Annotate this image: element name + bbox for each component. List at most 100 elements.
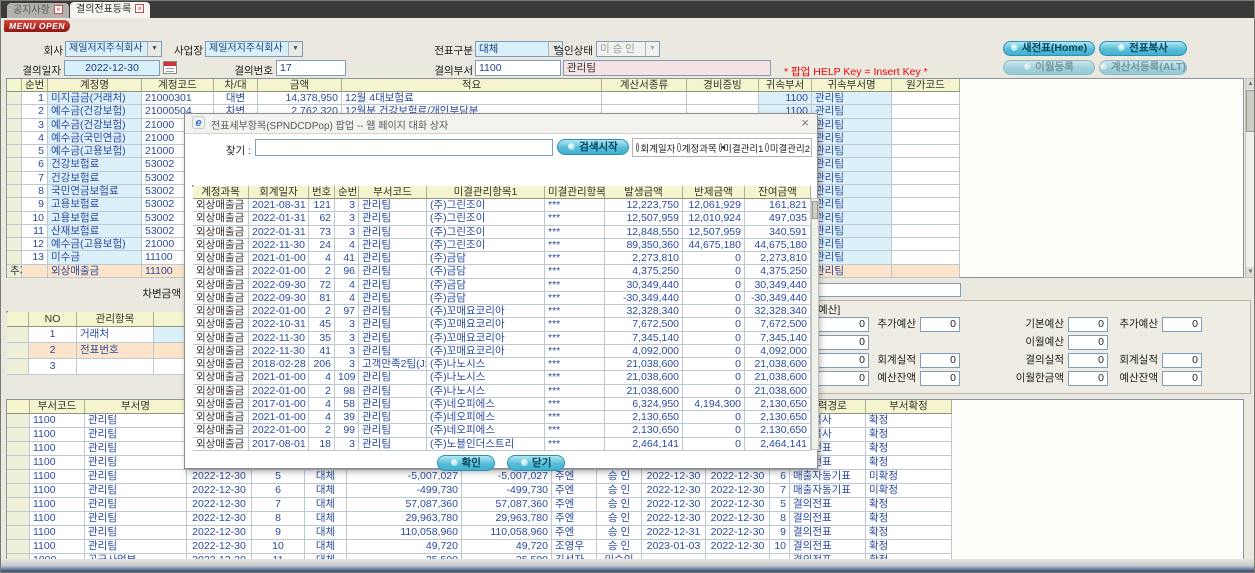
- table-cell[interactable]: 2022-01-00: [249, 265, 309, 279]
- row-selector[interactable]: [7, 158, 22, 172]
- table-cell[interactable]: 0: [683, 385, 745, 398]
- table-cell[interactable]: 21,038,600: [605, 371, 683, 385]
- table-cell[interactable]: 1100: [30, 540, 85, 554]
- table-cell[interactable]: 0: [683, 424, 745, 438]
- table-cell[interactable]: 109: [335, 371, 359, 385]
- table-cell[interactable]: 대체: [305, 484, 347, 498]
- table-cell[interactable]: 관리팀: [359, 424, 427, 438]
- radio-option-label[interactable]: 미결관리2: [770, 141, 810, 155]
- find-input[interactable]: [255, 139, 553, 156]
- table-cell[interactable]: 2022-01-00: [249, 385, 309, 398]
- table-cell[interactable]: 96: [335, 265, 359, 279]
- table-cell[interactable]: [892, 238, 960, 251]
- table-cell[interactable]: 62: [309, 212, 335, 226]
- table-cell[interactable]: 7: [770, 484, 790, 498]
- table-cell[interactable]: 2022-12-30: [642, 470, 706, 484]
- table-cell[interactable]: 관리팀: [359, 371, 427, 385]
- table-cell[interactable]: 2,130,650: [745, 411, 811, 424]
- table-cell[interactable]: 10: [22, 212, 48, 225]
- table-cell[interactable]: [892, 119, 960, 132]
- budget-amount-field[interactable]: 0: [920, 317, 960, 332]
- table-cell[interactable]: 7: [22, 172, 48, 185]
- table-cell[interactable]: 관리팀: [812, 265, 892, 278]
- table-cell[interactable]: (주)금담: [427, 265, 545, 279]
- table-cell[interactable]: 206: [309, 358, 335, 371]
- table-cell[interactable]: 8: [252, 512, 305, 526]
- table-cell[interactable]: 21,038,600: [745, 358, 811, 371]
- table-cell[interactable]: 8: [22, 185, 48, 198]
- table-cell[interactable]: 72: [309, 279, 335, 292]
- table-cell[interactable]: 2,464,141: [745, 438, 811, 451]
- main-table-scrollbar[interactable]: ▲ ▼: [1245, 78, 1254, 278]
- table-cell[interactable]: [22, 265, 48, 278]
- table-cell[interactable]: (주)나노시스: [427, 371, 545, 385]
- table-cell[interactable]: 9: [252, 526, 305, 540]
- row-selector[interactable]: [7, 484, 30, 498]
- table-cell[interactable]: 승 인: [597, 470, 642, 484]
- table-cell[interactable]: (주)네오피에스: [427, 398, 545, 411]
- table-cell[interactable]: (주)네오피에스: [427, 411, 545, 424]
- table-cell[interactable]: 확정: [866, 526, 952, 540]
- radio-icon[interactable]: [677, 143, 681, 152]
- table-cell[interactable]: 30,349,440: [605, 279, 683, 292]
- table-cell[interactable]: 결의전표: [790, 512, 866, 526]
- row-selector[interactable]: 외상매출금: [193, 279, 249, 292]
- table-cell[interactable]: 4: [22, 132, 48, 145]
- row-selector[interactable]: 외상매출금: [193, 239, 249, 252]
- table-cell[interactable]: 승 인: [597, 540, 642, 554]
- table-cell[interactable]: 예수금(국민연금): [48, 132, 142, 145]
- table-cell[interactable]: 관리팀: [359, 332, 427, 345]
- row-selector[interactable]: [7, 428, 30, 442]
- table-cell[interactable]: ***: [545, 318, 605, 332]
- table-cell[interactable]: 21,038,600: [745, 371, 811, 385]
- table-cell[interactable]: 2022-01-31: [249, 226, 309, 239]
- table-cell[interactable]: 10: [252, 540, 305, 554]
- table-cell[interactable]: 주엔: [552, 484, 597, 498]
- table-cell[interactable]: ***: [545, 424, 605, 438]
- budget-amount-field[interactable]: 0: [1068, 317, 1108, 332]
- table-cell[interactable]: 예수금(고용보험): [48, 145, 142, 158]
- table-cell[interactable]: 0: [683, 371, 745, 385]
- table-cell[interactable]: ***: [545, 265, 605, 279]
- table-cell[interactable]: 3: [335, 345, 359, 358]
- table-cell[interactable]: 7,345,140: [745, 332, 811, 345]
- table-cell[interactable]: 58: [335, 398, 359, 411]
- table-cell[interactable]: 4,092,000: [745, 345, 811, 358]
- radio-option-label[interactable]: 회계일자: [640, 141, 675, 155]
- table-cell[interactable]: 5: [770, 498, 790, 512]
- table-cell[interactable]: ***: [545, 332, 605, 345]
- table-cell[interactable]: 8: [770, 512, 790, 526]
- table-cell[interactable]: 21,038,600: [745, 385, 811, 398]
- table-cell[interactable]: ***: [545, 411, 605, 424]
- row-selector[interactable]: 외상매출금: [193, 371, 249, 385]
- table-cell[interactable]: 예수금(건강보험): [48, 119, 142, 132]
- table-cell[interactable]: 승 인: [597, 526, 642, 540]
- table-cell[interactable]: 관리팀: [812, 92, 892, 105]
- table-cell[interactable]: 12,507,959: [605, 212, 683, 226]
- table-cell[interactable]: 89,350,360: [605, 239, 683, 252]
- table-cell[interactable]: 건강보험료: [48, 172, 142, 185]
- table-cell[interactable]: 고용보험료: [48, 198, 142, 212]
- table-cell[interactable]: (주)그린조이: [427, 212, 545, 226]
- table-cell[interactable]: 2022-12-30: [706, 484, 770, 498]
- table-cell[interactable]: 6,324,950: [605, 398, 683, 411]
- table-cell[interactable]: 주엔: [552, 498, 597, 512]
- table-cell[interactable]: 35: [309, 332, 335, 345]
- table-cell[interactable]: 2022-09-30: [249, 279, 309, 292]
- table-cell[interactable]: 2022-01-00: [249, 305, 309, 318]
- table-cell[interactable]: 관리팀: [359, 226, 427, 239]
- radio-icon[interactable]: [636, 143, 640, 152]
- row-selector[interactable]: [7, 540, 30, 554]
- table-cell[interactable]: [892, 265, 960, 278]
- tab-close-icon[interactable]: ×: [135, 4, 145, 13]
- table-cell[interactable]: 2018-02-28: [249, 358, 309, 371]
- table-cell[interactable]: 0: [683, 332, 745, 345]
- table-cell[interactable]: 3: [335, 212, 359, 226]
- budget-amount-field[interactable]: 0: [1068, 353, 1108, 368]
- table-cell[interactable]: 9: [22, 198, 48, 212]
- table-cell[interactable]: 주엔: [552, 470, 597, 484]
- table-cell[interactable]: 관리팀: [812, 185, 892, 198]
- budget-amount-field[interactable]: 0: [1162, 353, 1202, 368]
- table-cell[interactable]: 관리팀: [359, 318, 427, 332]
- table-cell[interactable]: 2: [309, 305, 335, 318]
